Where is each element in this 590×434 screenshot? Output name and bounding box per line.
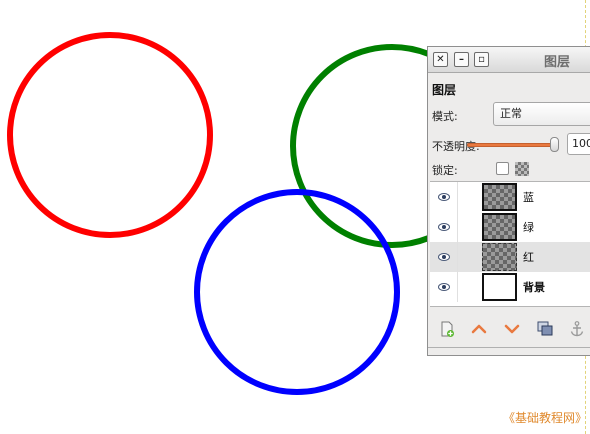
panel-bottom-border xyxy=(428,347,590,348)
panel-titlebar[interactable]: ✕ – ▫ 图层 xyxy=(428,47,590,73)
row-separator xyxy=(457,242,458,272)
layer-name[interactable]: 红 xyxy=(523,249,534,265)
eye-icon[interactable] xyxy=(438,281,450,293)
eye-icon[interactable] xyxy=(438,251,450,263)
opacity-value: 100 xyxy=(572,137,590,150)
mode-label: 模式: xyxy=(432,110,458,123)
raise-layer-icon[interactable] xyxy=(470,320,488,338)
maximize-icon[interactable]: ▫ xyxy=(474,52,489,67)
anchor-layer-icon[interactable] xyxy=(568,320,586,338)
mode-select-value: 正常 xyxy=(500,107,522,120)
opacity-slider[interactable] xyxy=(467,143,559,147)
layer-thumbnail-green xyxy=(482,213,517,241)
opacity-spinbox[interactable]: 100 xyxy=(567,133,590,155)
row-separator xyxy=(457,182,458,212)
duplicate-layer-icon[interactable] xyxy=(536,320,554,338)
layers-panel: ✕ – ▫ 图层 图层 模式: 正常 不透明度: 100 锁定: 蓝 xyxy=(427,46,590,356)
layer-row[interactable]: 蓝 xyxy=(430,182,590,212)
layer-name[interactable]: 蓝 xyxy=(523,189,534,205)
lower-layer-icon[interactable] xyxy=(503,320,521,338)
section-title: 图层 xyxy=(432,83,457,97)
close-icon[interactable]: ✕ xyxy=(433,52,448,67)
lock-pixels-checkbox[interactable] xyxy=(496,162,509,175)
layer-list: 蓝 绿 红 背景 xyxy=(430,181,590,307)
lock-label: 锁定: xyxy=(432,164,458,177)
red-circle xyxy=(7,32,213,238)
eye-icon[interactable] xyxy=(438,221,450,233)
eye-icon[interactable] xyxy=(438,191,450,203)
layer-row[interactable]: 背景 xyxy=(430,272,590,302)
window-title: 图层 xyxy=(544,55,571,70)
layer-toolbar xyxy=(428,315,590,343)
new-layer-icon[interactable] xyxy=(438,320,456,338)
lock-alpha-icon[interactable] xyxy=(515,162,529,176)
blue-circle xyxy=(194,189,400,395)
layer-row-selected[interactable]: 红 xyxy=(430,242,590,272)
layer-thumbnail-background xyxy=(482,273,517,301)
row-separator xyxy=(457,272,458,302)
opacity-slider-handle[interactable] xyxy=(550,137,559,152)
layer-name[interactable]: 绿 xyxy=(523,219,534,235)
minimize-icon[interactable]: – xyxy=(454,52,469,67)
layer-thumbnail-blue xyxy=(482,183,517,211)
layer-thumbnail-red xyxy=(482,243,517,271)
mode-select[interactable]: 正常 xyxy=(493,102,590,126)
watermark-text: 《基础教程网》 xyxy=(503,411,588,425)
layer-row[interactable]: 绿 xyxy=(430,212,590,242)
layer-name[interactable]: 背景 xyxy=(523,279,545,295)
row-separator xyxy=(457,212,458,242)
